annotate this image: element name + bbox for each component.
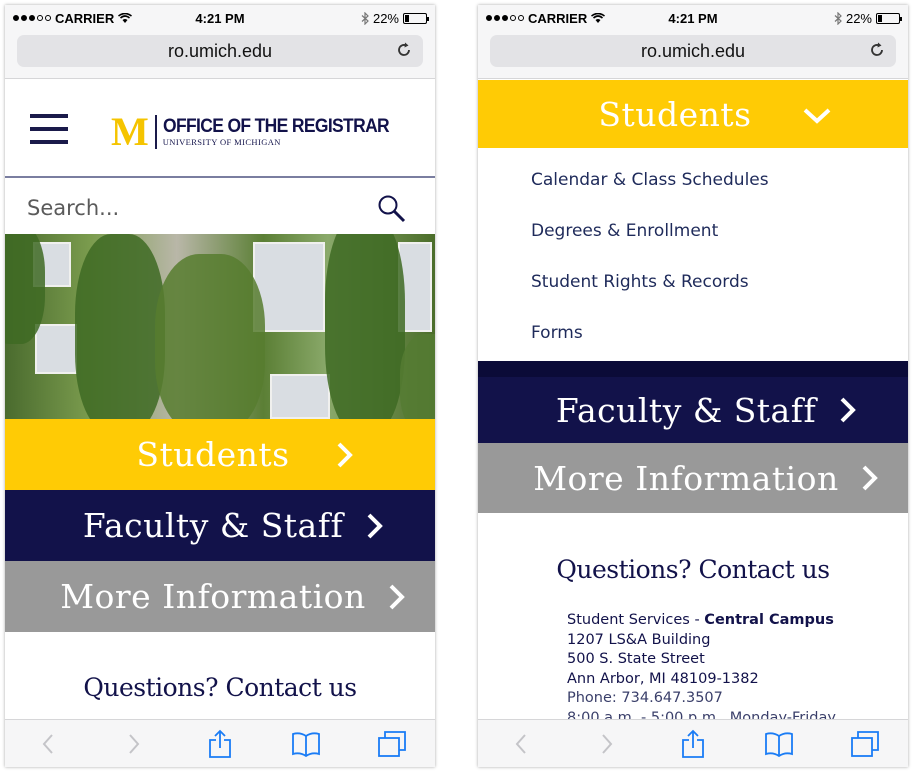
students-button-expanded[interactable]: Students [478,80,908,148]
block-m-logo: M [111,109,149,154]
students-button[interactable]: Students [5,419,435,490]
tabs-button[interactable] [845,724,885,764]
submenu-student-rights-records[interactable]: Student Rights & Records [531,272,749,292]
chevron-right-icon [862,465,878,491]
phone-screen-students-menu: CARRIER 4:21 PM 22% ro.umich.edu Student… [478,5,908,767]
chevron-right-icon [337,442,353,468]
bluetooth-icon [361,11,369,25]
battery-icon [876,12,902,24]
submenu-degrees-enrollment[interactable]: Degrees & Enrollment [531,221,718,241]
url-text: ro.umich.edu [640,40,746,61]
url-text: ro.umich.edu [167,40,273,61]
contact-street: 500 S. State Street [567,651,705,667]
tabs-icon [378,730,406,757]
share-button[interactable] [673,724,713,764]
carrier-label: CARRIER [55,10,115,26]
carrier-label: CARRIER [528,10,588,26]
bluetooth-icon [834,11,842,25]
browser-toolbar [478,719,908,767]
browser-address-area: ro.umich.edu [478,31,908,79]
hero-image [5,234,435,419]
faculty-staff-button[interactable]: Faculty & Staff [478,377,908,443]
back-icon [42,733,53,754]
contact-building: 1207 LS&A Building [567,631,711,648]
tabs-icon [851,730,879,757]
status-bar: CARRIER 4:21 PM 22% [5,5,435,31]
students-label: Students [136,435,290,474]
search-bar [5,180,435,234]
bookmarks-button[interactable] [286,724,326,764]
bookmarks-icon [765,731,793,757]
wifi-icon [118,12,133,23]
hamburger-icon[interactable] [30,114,68,153]
reload-icon[interactable] [395,41,413,59]
signal-strength-icon [486,15,524,21]
forward-icon [129,733,140,754]
contact-department: Student Services - [567,612,700,628]
phone-screen-home: CARRIER 4:21 PM 22% ro.umich.edu M OFFIC… [5,5,435,767]
questions-heading: Questions? Contact us [556,555,830,584]
signal-strength-icon [13,15,51,21]
share-icon [682,729,704,758]
wifi-icon [591,12,606,23]
questions-heading: Questions? Contact us [83,673,357,702]
share-icon [209,729,231,758]
university-name: UNIVERSITY OF MICHIGAN [162,137,281,147]
search-icon[interactable] [377,194,407,224]
battery-percent: 22% [372,10,399,26]
faculty-staff-label: Faculty & Staff [555,390,817,430]
address-bar[interactable]: ro.umich.edu [490,35,896,67]
faculty-staff-label: Faculty & Staff [82,506,344,545]
address-bar[interactable]: ro.umich.edu [17,35,423,67]
forward-icon [602,733,613,754]
students-submenu: Calendar & Class Schedules Degrees & Enr… [478,148,908,363]
back-icon [515,733,526,754]
back-button[interactable] [28,724,68,764]
battery-icon [403,12,429,24]
chevron-right-icon [840,397,856,423]
browser-toolbar [5,719,435,767]
forward-button[interactable] [114,724,154,764]
forward-button[interactable] [587,724,627,764]
chevron-right-icon [389,584,405,610]
share-button[interactable] [200,724,240,764]
more-information-button[interactable]: More Information [478,443,908,513]
faculty-staff-button[interactable]: Faculty & Staff [5,490,435,561]
battery-percent: 22% [845,10,872,26]
office-name: OFFICE OF THE REGISTRAR [162,116,390,137]
search-input[interactable] [27,192,367,224]
browser-address-area: ro.umich.edu [5,31,435,79]
contact-city: Ann Arbor, MI 48109-1382 [567,670,759,687]
submenu-forms[interactable]: Forms [531,323,583,343]
bookmarks-icon [292,731,320,757]
registrar-logo[interactable]: M OFFICE OF THE REGISTRAR UNIVERSITY OF … [111,109,408,154]
more-information-label: More Information [533,458,839,498]
submenu-calendar-class-schedules[interactable]: Calendar & Class Schedules [531,170,769,190]
status-bar: CARRIER 4:21 PM 22% [478,5,908,31]
chevron-down-icon [803,108,831,124]
contact-phone[interactable]: Phone: 734.647.3507 [567,689,836,709]
tabs-button[interactable] [372,724,412,764]
students-label: Students [598,94,752,134]
bookmarks-button[interactable] [759,724,799,764]
back-button[interactable] [501,724,541,764]
reload-icon[interactable] [868,41,886,59]
contact-campus: Central Campus [704,612,834,628]
chevron-right-icon [367,513,383,539]
menu-divider [478,361,908,377]
more-information-button[interactable]: More Information [5,561,435,632]
site-header: M OFFICE OF THE REGISTRAR UNIVERSITY OF … [5,80,435,178]
more-information-label: More Information [60,577,366,616]
contact-info: Student Services - Central Campus 1207 L… [567,611,836,728]
